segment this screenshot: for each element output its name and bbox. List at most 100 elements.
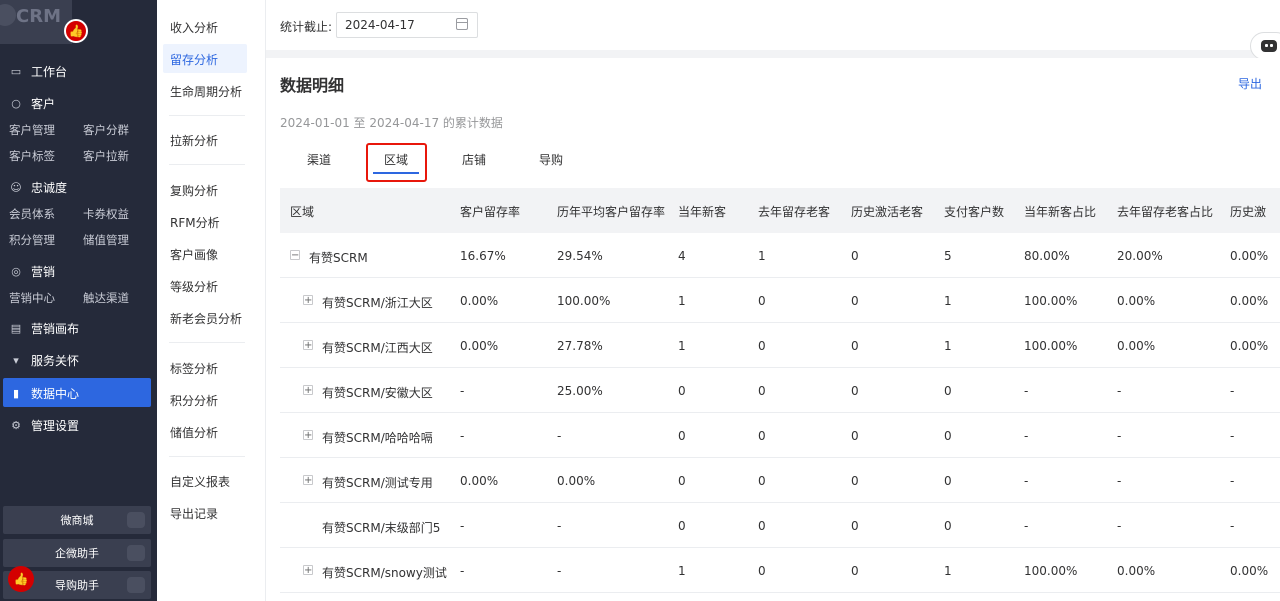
nav-points-manage[interactable]: 积分管理	[9, 232, 55, 248]
expand-icon[interactable]: +	[303, 295, 313, 306]
nav-member-system[interactable]: 会员体系	[9, 206, 55, 222]
submenu-level-analysis[interactable]: 等级分析	[170, 278, 218, 295]
collapse-icon[interactable]: −	[290, 250, 300, 261]
nav-marketing[interactable]: ◎ 营销	[9, 261, 55, 281]
nav-stored-value[interactable]: 储值管理	[83, 232, 129, 248]
calendar-icon[interactable]	[456, 18, 468, 30]
table-row[interactable]: + 有赞SCRM/安徽大区 - 25.00% 0 0 0 0 - - -	[280, 368, 1280, 413]
submenu-custom-report[interactable]: 自定义报表	[170, 473, 230, 490]
data-detail-card: 数据明细 导出 2024-01-01 至 2024-04-17 的累计数据 渠道…	[266, 58, 1280, 601]
table-cell: -	[1230, 429, 1235, 443]
table-row[interactable]: + 有赞SCRM/江西大区 0.00% 27.78% 1 0 0 1 100.00% 0.00% 0…	[280, 323, 1280, 368]
table-header: 区域 客户留存率 历年平均客户留存率 当年新客 去年留存老客 历史激活老客 支付…	[280, 188, 1280, 233]
nav-marketing-center[interactable]: 营销中心	[9, 290, 55, 306]
thumbs-up-icon[interactable]: 👍	[64, 19, 88, 43]
column-header[interactable]: 区域	[290, 203, 314, 220]
table-cell: 0.00%	[1230, 249, 1269, 263]
table-row[interactable]: + 有赞SCRM/snowy测试 - -1 0 0 1 100.00% 0.00% 0.00%	[280, 548, 1280, 593]
table-cell: -	[1230, 474, 1235, 488]
table-cell: 80.00%	[1024, 249, 1070, 263]
thumbs-up-floating-icon[interactable]: 👍	[8, 566, 34, 592]
submenu-stored-value-analysis[interactable]: 储值分析	[170, 424, 218, 441]
submenu-export-records[interactable]: 导出记录	[170, 505, 218, 522]
column-header[interactable]: 当年新客	[678, 203, 726, 220]
nav-data-center[interactable]: ▮ 数据中心	[9, 383, 79, 403]
table-cell: -	[1024, 474, 1029, 488]
column-header[interactable]: 去年留存老客	[758, 203, 830, 220]
table-row[interactable]: − 有赞SCRM 16.67% 29.54% 4 1 0 5 80.00% 20.00% 0.00%	[280, 233, 1280, 278]
table-cell: 0	[851, 519, 859, 533]
column-header[interactable]: 客户留存率	[460, 203, 520, 220]
nav-customer-manage[interactable]: 客户管理	[9, 122, 55, 138]
submenu-lifecycle-analysis[interactable]: 生命周期分析	[170, 83, 242, 100]
export-button[interactable]: 导出	[1238, 75, 1262, 92]
submenu-points-analysis[interactable]: 积分分析	[170, 392, 218, 409]
table-cell: 16.67%	[460, 249, 506, 263]
nav-customer-acquire[interactable]: 客户拉新	[83, 148, 129, 164]
table-cell: 0	[678, 429, 686, 443]
column-header[interactable]: 历史激活老客	[851, 203, 923, 220]
table-cell: -	[1230, 384, 1235, 398]
table-row[interactable]: 有赞SCRM/末级部门5 - - 0 0 0 0 - - -	[280, 503, 1280, 548]
submenu-revenue-analysis[interactable]: 收入分析	[170, 19, 218, 36]
expand-icon[interactable]: +	[303, 565, 313, 576]
table-cell: 0	[944, 429, 952, 443]
column-header[interactable]: 支付客户数	[944, 203, 1004, 220]
table-cell: 100.00%	[557, 294, 611, 308]
table-cell: 0.00%	[557, 474, 596, 488]
column-header[interactable]: 历史激	[1230, 203, 1266, 220]
nav-service-care[interactable]: ▾ 服务关怀	[9, 350, 79, 370]
tab-channel[interactable]: 渠道	[307, 151, 331, 168]
submenu-acquisition-analysis[interactable]: 拉新分析	[170, 132, 218, 149]
region-name-cell: 有赞SCRM/安徽大区	[322, 386, 433, 400]
expand-icon[interactable]: +	[303, 385, 313, 396]
assistant-bot-button[interactable]	[1250, 32, 1280, 60]
table-cell: 0	[851, 249, 859, 263]
submenu-customer-portrait[interactable]: 客户画像	[170, 246, 218, 263]
submenu-retention-analysis[interactable]: 留存分析	[170, 51, 218, 68]
submenu-new-old-member-analysis[interactable]: 新老会员分析	[170, 310, 242, 327]
nav-customer[interactable]: ○ 客户	[9, 93, 55, 113]
nav-loyalty[interactable]: ☺ 忠诚度	[9, 177, 67, 197]
nav-marketing-canvas[interactable]: ▤ 营销画布	[9, 318, 79, 338]
table-cell: -	[557, 429, 562, 443]
column-header[interactable]: 去年留存老客占比	[1117, 203, 1213, 220]
table-cell: -	[460, 429, 465, 443]
quick-link-micro-mall[interactable]: 微商城	[3, 506, 151, 534]
table-cell: 0	[758, 429, 766, 443]
nav-customer-tag[interactable]: 客户标签	[9, 148, 55, 164]
submenu-tag-analysis[interactable]: 标签分析	[170, 360, 218, 377]
tab-guide[interactable]: 导购	[539, 151, 563, 168]
nav-reach-channel[interactable]: 触达渠道	[83, 290, 129, 306]
table-cell: 0.00%	[460, 294, 499, 308]
table-cell: -	[1024, 429, 1029, 443]
table-row[interactable]: + 有赞SCRM/测试专用 0.00% 0.00% 0 0 0 0 - - -	[280, 458, 1280, 503]
submenu-rfm-analysis[interactable]: RFM分析	[170, 214, 220, 231]
submenu-repurchase-analysis[interactable]: 复购分析	[170, 182, 218, 199]
tie-icon: ▾	[13, 353, 19, 367]
tab-store[interactable]: 店铺	[462, 151, 486, 168]
table-cell: 20.00%	[1117, 249, 1163, 263]
expand-icon[interactable]: +	[303, 430, 313, 441]
table-cell: 0.00%	[460, 474, 499, 488]
column-header[interactable]: 当年新客占比	[1024, 203, 1096, 220]
quick-link-wecom-assistant[interactable]: 企微助手	[3, 539, 151, 567]
expand-icon[interactable]: +	[303, 340, 313, 351]
table-row[interactable]: + 有赞SCRM/浙江大区 0.00% 100.00% 1 0 0 1 100.00% 0.00%…	[280, 278, 1280, 323]
nav-settings[interactable]: ⚙ 管理设置	[9, 415, 79, 435]
nav-marketing-label: 营销	[31, 264, 56, 279]
submenu-divider	[169, 115, 245, 116]
table-cell: 0	[851, 294, 859, 308]
nav-coupon-rights[interactable]: 卡券权益	[83, 206, 129, 222]
brand-logo[interactable]: CRM	[0, 0, 72, 44]
table-cell: 0.00%	[1117, 339, 1156, 353]
table-row[interactable]: + 有赞SCRM/哈哈哈嗝 - - 0 0 0 0 - - -	[280, 413, 1280, 458]
column-header[interactable]: 历年平均客户留存率	[557, 203, 665, 220]
table-cell: 0	[758, 384, 766, 398]
user-icon: ○	[11, 96, 21, 110]
table-cell: 0.00%	[1230, 294, 1269, 308]
expand-icon[interactable]: +	[303, 475, 313, 486]
nav-workbench[interactable]: ▭ 工作台	[9, 61, 67, 81]
nav-customer-segment[interactable]: 客户分群	[83, 122, 129, 138]
region-name-cell: 有赞SCRM/江西大区	[322, 341, 433, 355]
